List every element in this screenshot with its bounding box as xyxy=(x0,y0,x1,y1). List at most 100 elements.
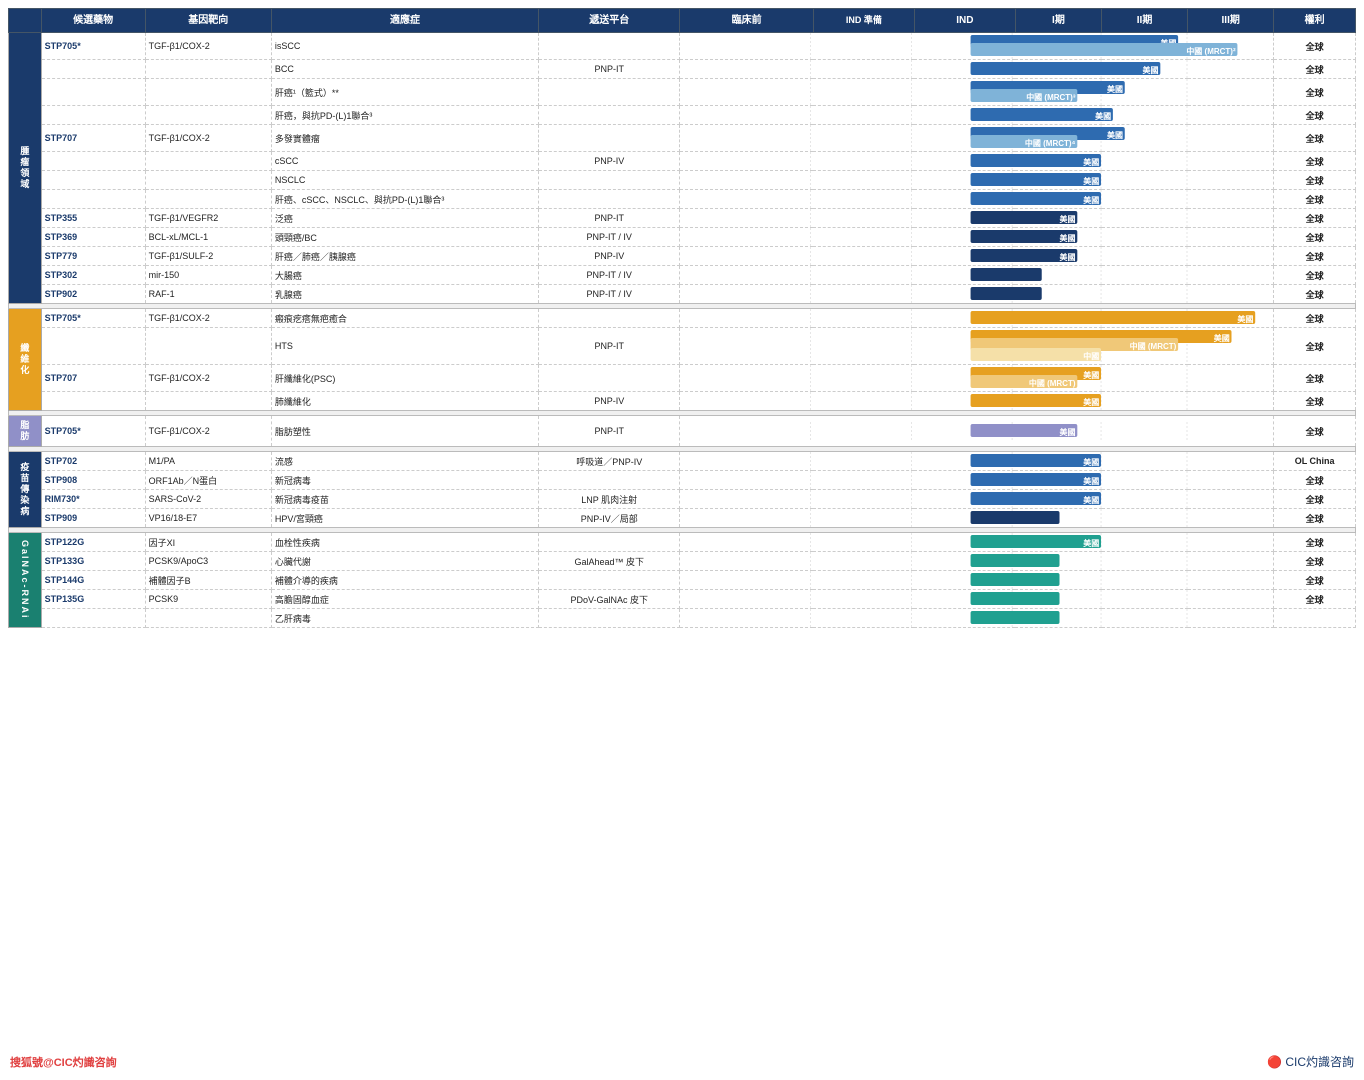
pipeline-bar-area: 美國 xyxy=(680,60,1274,79)
drug-name xyxy=(41,79,145,106)
pipeline-bar-area: 美國 xyxy=(680,309,1274,328)
rights: 全球 xyxy=(1274,190,1356,209)
drug-name xyxy=(41,392,145,411)
gene-target: TGF-β1/COX-2 xyxy=(145,125,271,152)
indication: BCC xyxy=(271,60,538,79)
svg-text:美國: 美國 xyxy=(1084,457,1100,467)
drug-name: STP707 xyxy=(41,365,145,392)
gene-target: TGF-β1/SULF-2 xyxy=(145,247,271,266)
header-phase2: II期 xyxy=(1102,9,1188,33)
table-row: STP707TGF-β1/COX-2多發實體瘤美國中國 (MRCT)⁴全球 xyxy=(9,125,1356,152)
gene-target: 補體因子B xyxy=(145,571,271,590)
rights: 全球 xyxy=(1274,79,1356,106)
table-row: STP779TGF-β1/SULF-2肝癌／肺癌／胰腺癌PNP-IV美國全球 xyxy=(9,247,1356,266)
drug-name xyxy=(41,171,145,190)
main-container: 候選藥物 基因靶向 適應症 遞送平台 臨床前 IND 準備 IND I期 II期… xyxy=(0,0,1364,636)
drug-name xyxy=(41,609,145,628)
table-row: STP135GPCSK9高膽固醇血症PDoV-GalNAc 皮下全球 xyxy=(9,590,1356,609)
platform xyxy=(539,309,680,328)
gene-target: SARS-CoV-2 xyxy=(145,490,271,509)
pipeline-bar-area xyxy=(680,571,1274,590)
gene-target: mir-150 xyxy=(145,266,271,285)
gene-target xyxy=(145,79,271,106)
table-row: 肝癌¹（籃式）**美國中國 (MRCT)³全球 xyxy=(9,79,1356,106)
header-platform: 遞送平台 xyxy=(539,9,680,33)
rights: 全球 xyxy=(1274,228,1356,247)
svg-text:美國: 美國 xyxy=(1084,195,1100,205)
platform xyxy=(539,365,680,392)
drug-name: STP302 xyxy=(41,266,145,285)
pipeline-table: 候選藥物 基因靶向 適應症 遞送平台 臨床前 IND 準備 IND I期 II期… xyxy=(8,8,1356,628)
section-label-fibrosis: 纖維化 xyxy=(9,309,42,411)
platform: GalAhead™ 皮下 xyxy=(539,552,680,571)
svg-text:美國: 美國 xyxy=(1143,65,1159,75)
platform xyxy=(539,533,680,552)
rights: 全球 xyxy=(1274,33,1356,60)
rights: 全球 xyxy=(1274,365,1356,392)
pipeline-bar-area xyxy=(680,552,1274,571)
rights: 全球 xyxy=(1274,247,1356,266)
pipeline-bar-area xyxy=(680,609,1274,628)
table-row: 肝癌、cSCC、NSCLC、與抗PD-(L)1聯合³美國全球 xyxy=(9,190,1356,209)
header-section xyxy=(9,9,42,33)
platform: PNP-IV xyxy=(539,247,680,266)
drug-name xyxy=(41,106,145,125)
indication: 心臟代謝 xyxy=(271,552,538,571)
indication: 流感 xyxy=(271,452,538,471)
pipeline-bar-area: 美國中國 (MRCT)中國 xyxy=(680,328,1274,365)
indication: 肺纖維化 xyxy=(271,392,538,411)
platform: PNP-IT / IV xyxy=(539,228,680,247)
section-label-oncology: 腫瘤領域 xyxy=(9,33,42,304)
gene-target: BCL-xL/MCL-1 xyxy=(145,228,271,247)
svg-text:美國: 美國 xyxy=(1060,427,1076,437)
platform: PNP-IT xyxy=(539,209,680,228)
gene-target xyxy=(145,106,271,125)
gene-target xyxy=(145,171,271,190)
platform: PNP-IV xyxy=(539,152,680,171)
gene-target: TGF-β1/COX-2 xyxy=(145,33,271,60)
gene-target xyxy=(145,392,271,411)
header-drug: 候選藥物 xyxy=(41,9,145,33)
svg-text:美國: 美國 xyxy=(1084,397,1100,407)
table-row: GalNAc-RNAiSTP122G因子XI血栓性疾病美國全球 xyxy=(9,533,1356,552)
table-row: STP133GPCSK9/ApoC3心臟代謝GalAhead™ 皮下全球 xyxy=(9,552,1356,571)
table-row: 纖維化STP705*TGF-β1/COX-2瘢痕疙瘩無疤癒合美國全球 xyxy=(9,309,1356,328)
pipeline-bar-area: 美國 xyxy=(680,228,1274,247)
rights: 全球 xyxy=(1274,266,1356,285)
indication: 血栓性疾病 xyxy=(271,533,538,552)
header-phase1: I期 xyxy=(1015,9,1101,33)
platform xyxy=(539,106,680,125)
pipeline-bar-area xyxy=(680,266,1274,285)
svg-text:中國 (MRCT)⁴: 中國 (MRCT)⁴ xyxy=(1025,138,1076,148)
rights: 全球 xyxy=(1274,590,1356,609)
rights: 全球 xyxy=(1274,60,1356,79)
pipeline-bar-area: 美國 xyxy=(680,392,1274,411)
platform xyxy=(539,125,680,152)
drug-name: STP355 xyxy=(41,209,145,228)
pipeline-bar-area: 美國 xyxy=(680,471,1274,490)
pipeline-bar-area: 美國 xyxy=(680,533,1274,552)
gene-target: M1/PA xyxy=(145,452,271,471)
table-row: RIM730*SARS-CoV-2新冠病毒疫苗LNP 肌肉注射美國全球 xyxy=(9,490,1356,509)
rights: 全球 xyxy=(1274,106,1356,125)
drug-name: STP779 xyxy=(41,247,145,266)
drug-name: RIM730* xyxy=(41,490,145,509)
svg-text:美國: 美國 xyxy=(1060,233,1076,243)
indication: 新冠病毒疫苗 xyxy=(271,490,538,509)
indication: 頭頸癌/BC xyxy=(271,228,538,247)
pipeline-bar-area: 美國中國 (MRCT)⁴ xyxy=(680,125,1274,152)
header-indication: 適應症 xyxy=(271,9,538,33)
table-row: STP144G補體因子B補體介導的疾病全球 xyxy=(9,571,1356,590)
table-row: 脂肪STP705*TGF-β1/COX-2脂肪塑性PNP-IT美國全球 xyxy=(9,416,1356,447)
section-label-metabolic: 脂肪 xyxy=(9,416,42,447)
platform: PNP-IT xyxy=(539,416,680,447)
svg-text:中國 (MRCT): 中國 (MRCT) xyxy=(1029,378,1076,388)
platform: PDoV-GalNAc 皮下 xyxy=(539,590,680,609)
rights: 全球 xyxy=(1274,490,1356,509)
indication: 脂肪塑性 xyxy=(271,416,538,447)
table-row: 肝癌，與抗PD-(L)1聯合³美國全球 xyxy=(9,106,1356,125)
drug-name xyxy=(41,190,145,209)
header-preclinical: 臨床前 xyxy=(680,9,814,33)
table-row: 乙肝病毒 xyxy=(9,609,1356,628)
rights: 全球 xyxy=(1274,328,1356,365)
